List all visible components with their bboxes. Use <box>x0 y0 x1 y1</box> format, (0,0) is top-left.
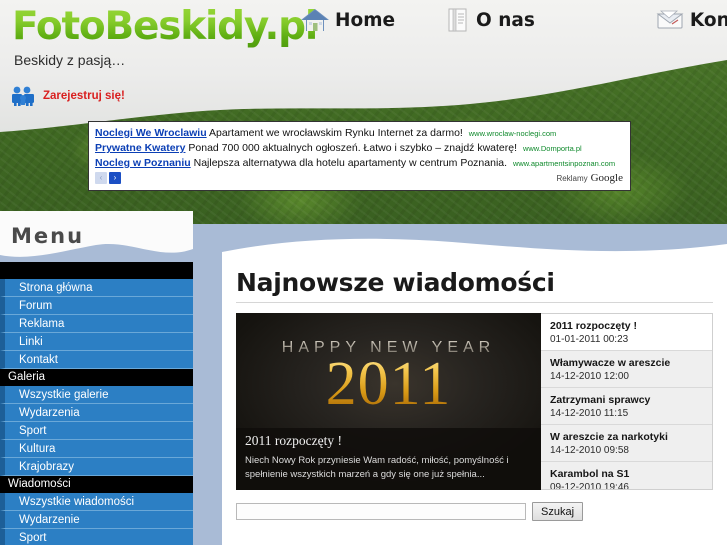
news-area: HAPPY NEW YEAR 2011 2011 rozpoczęty ! Ni… <box>236 313 713 490</box>
ad-brand-name: Google <box>590 172 623 184</box>
nav-item-kontakt[interactable]: Kontakt <box>655 7 727 33</box>
two-users-icon <box>10 86 36 106</box>
search-button[interactable]: Szukaj <box>532 502 584 521</box>
ad-row[interactable]: Nocleg w Poznaniu Najlepsza alternatywa … <box>95 156 624 171</box>
sidebar-header: Menu <box>0 211 193 262</box>
news-item-title: Karambol na S1 <box>550 468 630 480</box>
sidebar-menu: Menu Strona główna Forum Reklama Linki K… <box>0 211 193 545</box>
ad-description: Najlepsza alternatywa dla hotelu apartam… <box>193 157 508 169</box>
ad-pager: ‹ › <box>95 172 121 184</box>
sidebar-item-kultura-galeria[interactable]: Kultura <box>0 440 193 458</box>
nav-item-home-label: Home <box>335 9 396 31</box>
site-header: FotoBeskidy.pl Beskidy z pasją… Zarejest… <box>0 0 727 140</box>
news-item-date: 09-12-2010 19:46 <box>550 482 629 490</box>
news-item-date: 14-12-2010 09:58 <box>550 445 629 456</box>
news-item-date: 14-12-2010 12:00 <box>550 371 629 382</box>
featured-banner-year: 2011 <box>236 353 541 415</box>
register-link[interactable]: Zarejestruj się! <box>10 86 125 106</box>
news-item-title: 2011 rozpoczęty ! <box>550 320 637 332</box>
news-list-item[interactable]: Zatrzymani sprawcy 14-12-2010 11:15 <box>541 388 712 425</box>
nav-item-o-nas-label: O nas <box>476 9 535 31</box>
top-navigation: Home O nas Kon <box>300 6 727 34</box>
ad-prev-arrow-icon[interactable]: ‹ <box>95 172 107 184</box>
news-item-date: 01-01-2011 00:23 <box>550 334 629 345</box>
sidebar-section-header-wiadomosci: Wiadomości <box>0 476 193 493</box>
ad-brand: Reklamy Google <box>556 172 623 184</box>
sidebar-item-strona-glowna[interactable]: Strona główna <box>0 279 193 297</box>
content-wave-shape <box>222 238 727 266</box>
sidebar-item-linki[interactable]: Linki <box>0 333 193 351</box>
featured-news-image[interactable]: HAPPY NEW YEAR 2011 2011 rozpoczęty ! Ni… <box>236 313 541 490</box>
sidebar-items-container: Strona główna Forum Reklama Linki Kontak… <box>0 262 193 545</box>
news-list: 2011 rozpoczęty ! 01-01-2011 00:23 Włamy… <box>541 313 713 490</box>
ad-title-link[interactable]: Prywatne Kwatery <box>95 142 185 154</box>
search-area: Szukaj <box>236 502 713 521</box>
news-item-title: Włamywacze w areszcie <box>550 357 671 369</box>
ad-next-arrow-icon[interactable]: › <box>109 172 121 184</box>
page-root: FotoBeskidy.pl Beskidy z pasją… Zarejest… <box>0 0 727 545</box>
sidebar-item-wydarzenia[interactable]: Wydarzenia <box>0 404 193 422</box>
news-item-date: 14-12-2010 11:15 <box>550 408 629 419</box>
ad-brand-prefix: Reklamy <box>556 174 588 183</box>
page-title: Najnowsze wiadomości <box>236 266 713 303</box>
sidebar-section-header-blank <box>0 262 193 279</box>
sidebar-item-krajobrazy[interactable]: Krajobrazy <box>0 458 193 476</box>
ad-description: Ponad 700 000 aktualnych ogłoszeń. Łatwo… <box>188 142 518 154</box>
news-list-item[interactable]: Włamywacze w areszcie 14-12-2010 12:00 <box>541 351 712 388</box>
ad-row[interactable]: Noclegi We Wroclawiu Apartament we wrocł… <box>95 126 624 141</box>
ad-title-link[interactable]: Nocleg w Poznaniu <box>95 157 191 169</box>
news-item-title: W areszcie za narkotyki <box>550 431 668 443</box>
sidebar-item-reklama[interactable]: Reklama <box>0 315 193 333</box>
ad-url: www.Domporta.pl <box>522 144 582 153</box>
ad-description: Apartament we wrocławskim Rynku Internet… <box>208 127 463 139</box>
news-list-item[interactable]: W areszcie za narkotyki 14-12-2010 09:58 <box>541 425 712 462</box>
nav-item-home[interactable]: Home <box>300 6 395 34</box>
featured-caption-title: 2011 rozpoczęty ! <box>245 433 342 448</box>
document-icon <box>445 6 471 34</box>
news-list-item[interactable]: Karambol na S1 09-12-2010 19:46 <box>541 462 712 490</box>
sidebar-item-sport-wiadomosci[interactable]: Sport <box>0 529 193 545</box>
house-icon <box>300 6 330 34</box>
nav-item-kontakt-label: Kontakt <box>689 9 727 31</box>
sidebar-section-header-galeria: Galeria <box>0 369 193 386</box>
ad-url: www.wroclaw-noclegi.com <box>468 129 557 138</box>
sidebar-item-wszystkie-galerie[interactable]: Wszystkie galerie <box>0 386 193 404</box>
sidebar-item-forum[interactable]: Forum <box>0 297 193 315</box>
main-content-panel: Najnowsze wiadomości HAPPY NEW YEAR 2011… <box>222 236 727 545</box>
content-wave-header <box>222 236 727 266</box>
nav-item-o-nas[interactable]: O nas <box>445 6 535 34</box>
ad-url: www.apartmentsinpoznan.com <box>512 159 616 168</box>
sidebar-item-wszystkie-wiadomosci[interactable]: Wszystkie wiadomości <box>0 493 193 511</box>
register-link-label: Zarejestruj się! <box>43 90 125 102</box>
sidebar-item-sport-galeria[interactable]: Sport <box>0 422 193 440</box>
featured-caption-text: Niech Nowy Rok przyniesie Wam radość, mi… <box>245 455 509 480</box>
ad-title-link[interactable]: Noclegi We Wroclawiu <box>95 127 207 139</box>
sidebar-item-wydarzenie[interactable]: Wydarzenie <box>0 511 193 529</box>
site-tagline: Beskidy z pasją… <box>14 52 126 68</box>
sidebar-item-kontakt[interactable]: Kontakt <box>0 351 193 369</box>
content-body: Najnowsze wiadomości HAPPY NEW YEAR 2011… <box>222 266 727 545</box>
sidebar-title: Menu <box>11 224 85 248</box>
ad-footer: ‹ › Reklamy Google <box>95 172 624 186</box>
google-ads-block: Noclegi We Wroclawiu Apartament we wrocł… <box>88 121 631 191</box>
featured-caption: 2011 rozpoczęty ! Niech Nowy Rok przynie… <box>236 428 541 490</box>
envelope-icon <box>655 7 685 33</box>
news-list-item[interactable]: 2011 rozpoczęty ! 01-01-2011 00:23 <box>541 314 712 351</box>
ad-row[interactable]: Prywatne Kwatery Ponad 700 000 aktualnyc… <box>95 141 624 156</box>
search-input[interactable] <box>236 503 526 520</box>
site-logo[interactable]: FotoBeskidy.pl <box>12 4 318 49</box>
news-item-title: Zatrzymani sprawcy <box>550 394 651 406</box>
